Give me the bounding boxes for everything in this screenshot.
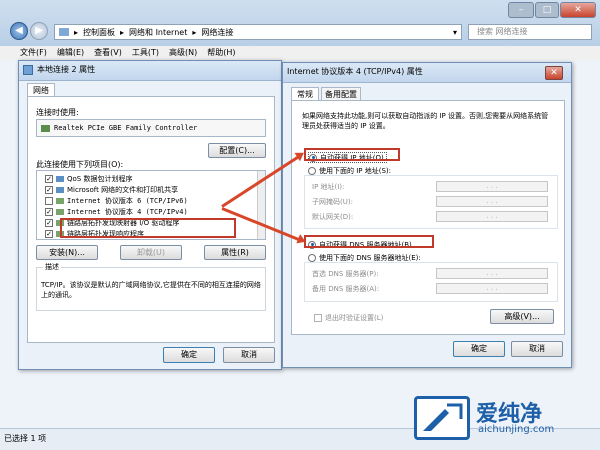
validate-on-exit-label: 退出时验证设置(L) (325, 313, 384, 322)
protocol-icon (56, 197, 64, 204)
breadcrumb-separator: ▸ (120, 27, 125, 37)
intro-text: 如果网络支持此功能,则可以获取自动指派的 IP 设置。否则,您需要从网络系统管理… (302, 112, 549, 130)
manual-ip-radio[interactable] (308, 166, 316, 175)
ipv6-ipv4-highlight-box (60, 218, 236, 238)
menu-bar: 文件(F) 编辑(E) 查看(V) 工具(T) 高级(N) 帮助(H) (0, 46, 600, 60)
item-label: QoS 数据包计划程序 (67, 174, 133, 183)
minimize-button[interactable]: – (508, 2, 534, 18)
protocol-icon (56, 175, 64, 182)
dialog-title: 本地连接 2 属性 (37, 65, 96, 74)
network-folder-icon (59, 28, 69, 36)
alternate-dns-field[interactable]: . . . (436, 283, 548, 294)
advanced-button[interactable]: 高级(V)... (490, 309, 554, 324)
menu-view[interactable]: 查看(V) (94, 46, 122, 60)
install-button[interactable]: 安装(N)... (36, 245, 98, 260)
back-arrow-icon[interactable]: ◀ (10, 22, 28, 40)
ipv4-properties-dialog: Internet 协议版本 4 (TCP/IPv4) 属性 ✕ 常规 备用配置 … (282, 62, 572, 368)
item-label: Internet 协议版本 6 (TCP/IPv6) (67, 196, 188, 205)
adapter-field: Realtek PCIe GBE Family Controller (36, 119, 266, 137)
tab-general[interactable]: 常规 (291, 87, 319, 101)
address-bar[interactable]: ▸ 控制面板 ▸ 网络和 Internet ▸ 网络连接 ▾ (54, 24, 462, 40)
breadcrumb-separator: ▸ (192, 27, 197, 37)
menu-tools[interactable]: 工具(T) (132, 46, 159, 60)
item-label: Microsoft 网络的文件和打印机共享 (67, 185, 179, 194)
menu-help[interactable]: 帮助(H) (207, 46, 235, 60)
auto-dns-highlight-box (304, 235, 434, 248)
brand-logo-mark (423, 403, 463, 431)
close-button[interactable]: ✕ (560, 2, 596, 18)
search-input[interactable]: 搜索 网络连接 (468, 24, 592, 40)
item-checkbox[interactable]: ✓ (45, 229, 53, 238)
subnet-mask-field[interactable]: . . . (436, 196, 548, 207)
auto-ip-highlight-box (304, 148, 400, 161)
breadcrumb-item-control-panel[interactable]: 控制面板 (83, 27, 115, 38)
cancel-button[interactable]: 取消 (511, 341, 563, 357)
item-label: Internet 协议版本 4 (TCP/IPv4) (67, 207, 188, 216)
dialog-titlebar: Internet 协议版本 4 (TCP/IPv4) 属性 (283, 63, 571, 83)
menu-advanced[interactable]: 高级(N) (169, 46, 197, 60)
forward-arrow-icon[interactable]: ▶ (30, 22, 48, 40)
validate-on-exit-option[interactable]: 退出时验证设置(L) (314, 312, 383, 323)
validate-on-exit-checkbox[interactable] (314, 313, 322, 322)
dialog-titlebar: 本地连接 2 属性 (19, 61, 281, 81)
menu-edit[interactable]: 编辑(E) (57, 46, 84, 60)
manual-ip-label: 使用下面的 IP 地址(S): (319, 166, 391, 175)
ok-button[interactable]: 确定 (163, 347, 215, 363)
ip-address-label: IP 地址(I): (312, 182, 345, 191)
list-item[interactable]: ✓ Microsoft 网络的文件和打印机共享 (45, 184, 265, 195)
item-checkbox[interactable]: ✓ (45, 174, 53, 183)
breadcrumb-item-network-connections[interactable]: 网络连接 (201, 27, 233, 38)
ok-button[interactable]: 确定 (453, 341, 505, 357)
brand-url: aichunjing.com (478, 424, 555, 435)
adapter-name: Realtek PCIe GBE Family Controller (54, 124, 198, 132)
protocol-icon (56, 186, 64, 193)
dialog-title: Internet 协议版本 4 (TCP/IPv4) 属性 (287, 67, 423, 76)
description-group: 描述 TCP/IP。该协议是默认的广域网络协议,它提供在不同的相互连接的网络上的… (36, 262, 266, 311)
item-checkbox[interactable]: ✓ (45, 207, 53, 216)
network-tab-panel: 连接时使用: Realtek PCIe GBE Family Controlle… (27, 96, 275, 343)
items-label: 此连接使用下列项目(O): (36, 160, 124, 169)
properties-button[interactable]: 属性(R) (204, 245, 266, 260)
manual-dns-radio[interactable] (308, 253, 316, 262)
subnet-mask-label: 子网掩码(U): (312, 197, 353, 206)
connect-using-label: 连接时使用: (36, 108, 79, 117)
gateway-label: 默认网关(D): (312, 212, 354, 221)
network-adapter-icon (23, 65, 33, 75)
general-tab-panel: 如果网络支持此功能,则可以获取自动指派的 IP 设置。否则,您需要从网络系统管理… (291, 100, 565, 335)
item-checkbox[interactable] (45, 196, 53, 205)
preferred-dns-field[interactable]: . . . (436, 268, 548, 279)
list-item[interactable]: ✓ QoS 数据包计划程序 (45, 173, 265, 184)
tab-alternate-config[interactable]: 备用配置 (321, 87, 361, 101)
breadcrumb-item-network-internet[interactable]: 网络和 Internet (129, 27, 187, 38)
manual-dns-label: 使用下面的 DNS 服务器地址(E): (319, 253, 421, 262)
tab-network[interactable]: 网络 (27, 83, 55, 97)
configure-button[interactable]: 配置(C)... (208, 143, 266, 158)
preferred-dns-label: 首选 DNS 服务器(P): (312, 269, 379, 278)
close-icon[interactable]: ✕ (545, 66, 563, 80)
maximize-button[interactable]: □ (535, 2, 559, 18)
description-text: TCP/IP。该协议是默认的广域网络协议,它提供在不同的相互连接的网络上的通讯。 (41, 281, 261, 299)
item-checkbox[interactable]: ✓ (45, 185, 53, 194)
adapter-card-icon (41, 124, 50, 132)
protocol-icon (56, 208, 64, 215)
ip-address-field[interactable]: . . . (436, 181, 548, 192)
menu-file[interactable]: 文件(F) (20, 46, 47, 60)
item-checkbox[interactable]: ✓ (45, 218, 53, 227)
gateway-field[interactable]: . . . (436, 211, 548, 222)
alternate-dns-label: 备用 DNS 服务器(A): (312, 284, 380, 293)
breadcrumb-separator: ▸ (74, 27, 79, 37)
brand-logo-icon (414, 396, 470, 440)
uninstall-button[interactable]: 卸载(U) (120, 245, 182, 260)
cancel-button[interactable]: 取消 (223, 347, 275, 363)
breadcrumb-dropdown-icon[interactable]: ▾ (453, 28, 457, 37)
description-title: 描述 (43, 262, 61, 272)
